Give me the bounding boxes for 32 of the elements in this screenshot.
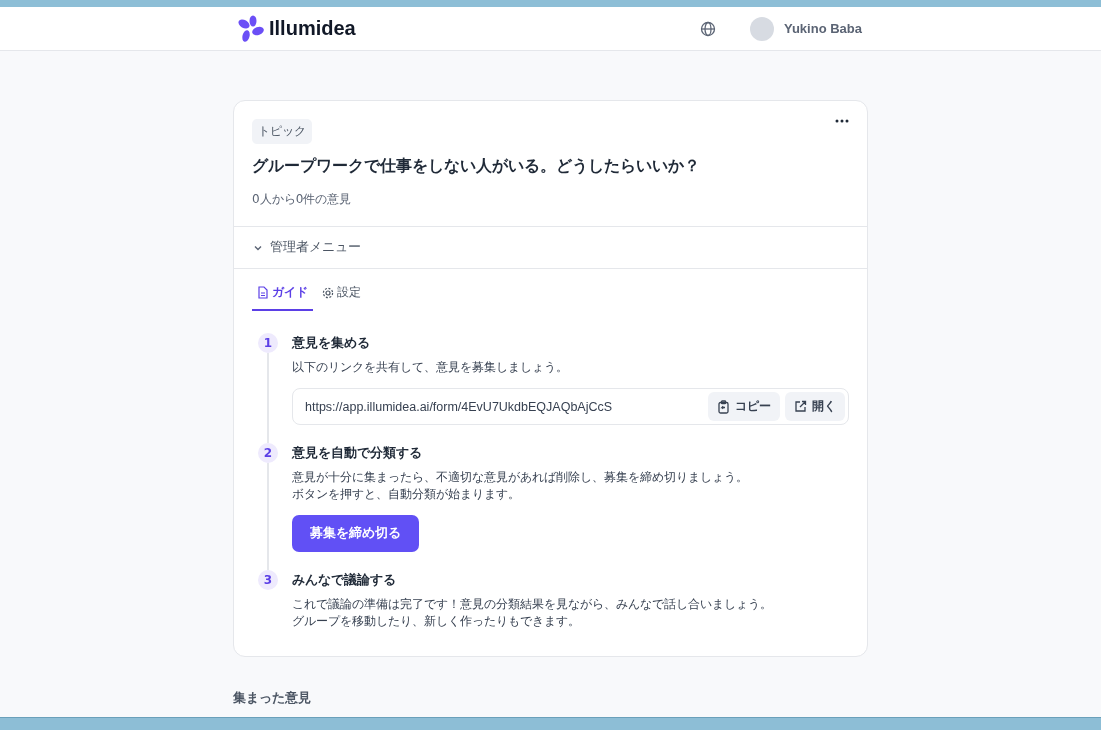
topic-badge: トピック: [252, 119, 312, 144]
more-icon[interactable]: [835, 119, 849, 123]
link-field[interactable]: https://app.illumidea.ai/form/4EvU7UkdbEQJAQbAjCcS コピー 開く: [292, 388, 849, 425]
step-number: 2: [258, 443, 278, 463]
admin-menu-toggle[interactable]: 管理者メニュー: [270, 239, 361, 256]
clipboard-icon: [717, 399, 730, 414]
step-description: ボタンを押すと、自動分類が始まります。: [292, 486, 521, 503]
step-description: 以下のリンクを共有して、意見を募集しましょう。: [292, 359, 569, 376]
settings-icon: [322, 286, 334, 299]
external-link-icon: [794, 400, 807, 413]
open-button[interactable]: 開く: [785, 392, 845, 421]
step-title: 意見を集める: [292, 335, 371, 352]
step-title: みんなで議論する: [292, 572, 397, 589]
topic-title: グループワークで仕事をしない人がいる。どうしたらいいか？: [252, 156, 701, 177]
tab[interactable]: ガイド: [252, 281, 313, 311]
opinion-count: 0人から0件の意見: [252, 191, 353, 208]
close-collection-button[interactable]: 募集を締め切る: [292, 515, 419, 552]
section-heading: 集まった意見: [233, 689, 312, 707]
logo-text: Illumidea: [269, 17, 356, 40]
step-title: 意見を自動で分類する: [292, 445, 423, 462]
step-number: 1: [258, 333, 278, 353]
step-description: これで議論の準備は完了です！意見の分類結果を見ながら、みんなで話し合いましょう。: [292, 596, 773, 613]
link-url: https://app.illumidea.ai/form/4EvU7UkdbEQJAQbAjCcS: [305, 399, 614, 414]
user-name[interactable]: Yukino Baba: [783, 21, 862, 36]
step-description: 意見が十分に集まったら、不適切な意見があれば削除し、募集を締め切りましょう。: [292, 469, 749, 486]
logo-icon: [236, 14, 266, 43]
step-description: グループを移動したり、新しく作ったりもできます。: [292, 613, 581, 630]
step-number: 3: [258, 570, 278, 590]
tab[interactable]: 設定: [317, 281, 366, 311]
copy-button[interactable]: コピー: [708, 392, 780, 421]
globe-icon[interactable]: [699, 20, 716, 37]
document-icon: [257, 286, 269, 299]
